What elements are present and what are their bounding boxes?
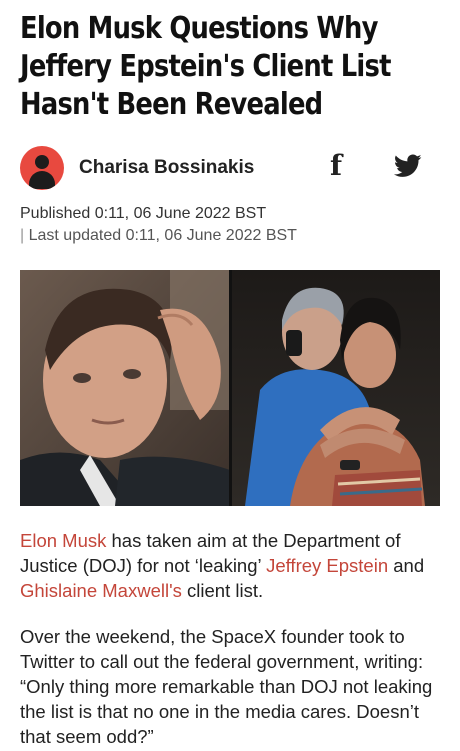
updated-date: Last updated 0:11, 06 June 2022 BST (24, 227, 297, 244)
body-paragraph-2: Over the weekend, the SpaceX founder too… (20, 626, 433, 747)
link-elon-musk[interactable]: Elon Musk (20, 530, 106, 551)
link-ghislaine-maxwell[interactable]: Ghislaine Maxwell's (20, 580, 182, 601)
facebook-icon[interactable]: f (326, 150, 346, 182)
headline-line-2: Jeffery Epstein's Client List (20, 49, 391, 84)
link-jeffrey-epstein[interactable]: Jeffrey Epstein (266, 555, 388, 576)
hero-image (20, 270, 440, 506)
author-name[interactable]: Charisa Bossinakis (79, 157, 254, 179)
hero-photo-composite (20, 270, 440, 506)
author-avatar[interactable] (20, 146, 64, 190)
updated-date-row: | Last updated 0:11, 06 June 2022 BST (20, 225, 297, 247)
left-photo (20, 270, 230, 506)
avatar-head-shape (35, 155, 49, 169)
right-photo (232, 270, 440, 506)
headline-line-3: Hasn't Been Revealed (20, 87, 323, 122)
twitter-icon[interactable] (394, 154, 422, 178)
p1-text-c: client list. (181, 580, 264, 601)
body-paragraph-1: Elon Musk has taken aim at the Departmen… (20, 528, 445, 603)
headline-line-1: Elon Musk Questions Why (20, 11, 378, 46)
p1-text-b: and (388, 555, 425, 576)
published-date: Published 0:11, 06 June 2022 BST (20, 205, 267, 222)
article-meta: Published 0:11, 06 June 2022 BST | Last … (20, 203, 297, 247)
avatar-shoulders-shape (29, 171, 55, 189)
article-headline: Elon Musk Questions Why Jeffery Epstein'… (20, 10, 391, 124)
author-row: Charisa Bossinakis f (20, 146, 440, 192)
